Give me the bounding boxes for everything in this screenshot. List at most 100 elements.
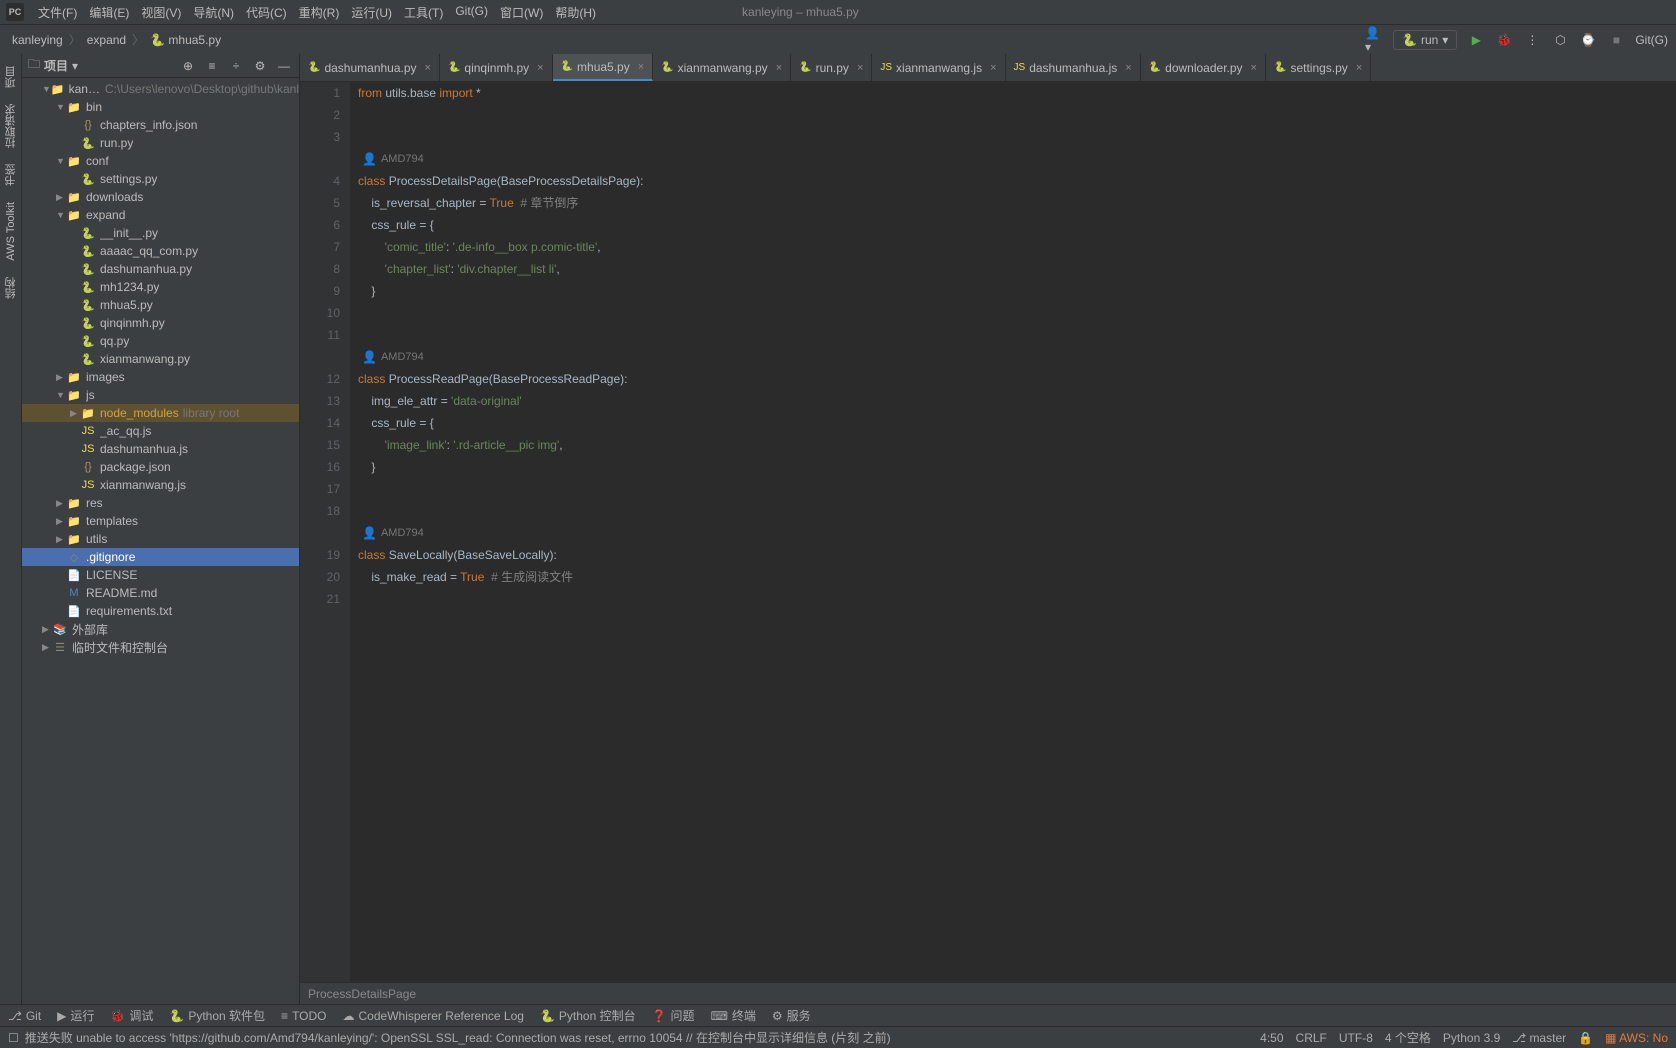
code-line[interactable] [358,478,1676,500]
code-line[interactable] [358,588,1676,610]
tree-item[interactable]: 🐍mhua5.py [22,296,299,314]
stop-button[interactable]: ■ [1607,31,1625,49]
code-line[interactable]: } [358,456,1676,478]
tool-window-tab[interactable]: 项目 [1,58,21,96]
interpreter[interactable]: Python 3.9 [1443,1031,1500,1045]
editor-tab[interactable]: JSxianmanwang.js× [872,54,1005,81]
git-menu[interactable]: Git(G) [1635,33,1668,47]
tree-item[interactable]: JS_ac_qq.js [22,422,299,440]
locate-icon[interactable]: ⊕ [179,57,197,75]
editor-tab[interactable]: 🐍run.py× [791,54,872,81]
close-icon[interactable]: × [857,62,863,74]
expand-all-icon[interactable]: ≡ [203,57,221,75]
tool-window-button[interactable]: 🐞调试 [110,1007,153,1024]
tree-item[interactable]: ▼📁bin [22,98,299,116]
tree-item[interactable]: ▼📁js [22,386,299,404]
editor-tab[interactable]: 🐍dashumanhua.py× [300,54,440,81]
chevron-down-icon[interactable]: ▾ [72,59,78,73]
tree-item[interactable]: ▶📁node_moduleslibrary root [22,404,299,422]
tree-item[interactable]: ▶📁images [22,368,299,386]
tree-item[interactable]: {}chapters_info.json [22,116,299,134]
breadcrumb-item[interactable]: expand [83,31,130,49]
tool-window-button[interactable]: 🐍Python 软件包 [169,1007,265,1024]
project-tree[interactable]: ▼📁kanleyingC:\Users\lenovo\Desktop\githu… [22,78,299,1004]
status-icon[interactable]: ☐ [8,1031,19,1045]
tree-item[interactable]: 🐍xianmanwang.py [22,350,299,368]
code-line[interactable] [358,104,1676,126]
tree-item[interactable]: 🐍settings.py [22,170,299,188]
menu-item[interactable]: 工具(T) [398,4,449,21]
editor-tab[interactable]: JSdashumanhua.js× [1006,54,1141,81]
menu-item[interactable]: 帮助(H) [549,4,602,21]
tool-window-button[interactable]: ⚙服务 [772,1007,811,1024]
tree-item[interactable]: ▶📁downloads [22,188,299,206]
tree-item[interactable]: 🐍mh1234.py [22,278,299,296]
menu-item[interactable]: 窗口(W) [494,4,549,21]
code-line[interactable]: css_rule = { [358,412,1676,434]
tree-item[interactable]: {}package.json [22,458,299,476]
tree-item[interactable]: ▶📁utils [22,530,299,548]
editor-tab[interactable]: 🐍mhua5.py× [553,54,654,81]
close-icon[interactable]: × [425,62,431,74]
padlock-icon[interactable]: 🔒 [1578,1031,1593,1045]
close-icon[interactable]: × [1251,62,1257,74]
settings-icon[interactable]: ⚙ [251,57,269,75]
tool-window-button[interactable]: ❓问题 [652,1007,695,1024]
code-line[interactable] [358,500,1676,522]
code-line[interactable]: class ProcessReadPage(BaseProcessReadPag… [358,368,1676,390]
code-line[interactable]: is_make_read = True # 生成阅读文件 [358,566,1676,588]
tree-item[interactable]: MREADME.md [22,584,299,602]
editor-tab[interactable]: 🐍downloader.py× [1141,54,1266,81]
tool-window-tab[interactable]: 结构 [1,269,21,307]
editor-tab[interactable]: 🐍xianmanwang.py× [653,54,791,81]
aws-region[interactable]: ▦ AWS: No [1605,1031,1668,1045]
close-icon[interactable]: × [1356,62,1362,74]
code-line[interactable]: css_rule = { [358,214,1676,236]
hide-icon[interactable]: — [275,57,293,75]
tree-item[interactable]: 🐍dashumanhua.py [22,260,299,278]
menu-item[interactable]: 运行(U) [345,4,398,21]
tool-window-button[interactable]: ⌨终端 [711,1007,756,1024]
close-icon[interactable]: × [990,62,996,74]
run-config-selector[interactable]: 🐍 run ▾ [1393,30,1457,50]
file-encoding[interactable]: UTF-8 [1339,1031,1373,1045]
more-actions-icon[interactable]: ⋮ [1523,31,1541,49]
tree-item[interactable]: 📄LICENSE [22,566,299,584]
tree-item[interactable]: JSxianmanwang.js [22,476,299,494]
tree-item[interactable]: ▶📚外部库 [22,620,299,638]
tool-window-tab[interactable]: 拉取请求 [1,96,21,156]
menu-item[interactable]: 代码(C) [240,4,293,21]
tree-item[interactable]: ▼📁kanleyingC:\Users\lenovo\Desktop\githu… [22,80,299,98]
close-icon[interactable]: × [1125,62,1131,74]
line-separator[interactable]: CRLF [1296,1031,1327,1045]
tree-item[interactable]: 📄requirements.txt [22,602,299,620]
tree-item[interactable]: ▼📁conf [22,152,299,170]
menu-item[interactable]: 编辑(E) [83,4,135,21]
code-line[interactable]: is_reversal_chapter = True # 章节倒序 [358,192,1676,214]
code-line[interactable] [358,126,1676,148]
coverage-icon[interactable]: ⬡ [1551,31,1569,49]
tree-item[interactable]: 🐍qinqinmh.py [22,314,299,332]
tree-item[interactable]: 🐍run.py [22,134,299,152]
breadcrumb-item[interactable]: kanleying [8,31,67,49]
tree-item[interactable]: ◇.gitignore [22,548,299,566]
editor-tab[interactable]: 🐍qinqinmh.py× [440,54,553,81]
code-line[interactable]: from utils.base import * [358,82,1676,104]
tool-window-tab[interactable]: AWS Toolkit [3,194,19,269]
tree-item[interactable]: ▶📁templates [22,512,299,530]
code-line[interactable]: 'chapter_list': 'div.chapter__list li', [358,258,1676,280]
close-icon[interactable]: × [776,62,782,74]
editor-body[interactable]: 123456789101112131415161718192021 from u… [300,82,1676,982]
tool-window-button[interactable]: ☁CodeWhisperer Reference Log [343,1009,524,1023]
git-branch[interactable]: ⎇ master [1512,1031,1566,1045]
code-line[interactable]: class ProcessDetailsPage(BaseProcessDeta… [358,170,1676,192]
tool-window-button[interactable]: ≡TODO [281,1009,326,1023]
code-line[interactable]: 'image_link': '.rd-article__pic img', [358,434,1676,456]
menu-item[interactable]: 重构(R) [293,4,346,21]
cursor-position[interactable]: 4:50 [1260,1031,1283,1045]
tool-window-button[interactable]: ▶运行 [57,1007,94,1024]
debug-button[interactable]: 🐞 [1495,31,1513,49]
tree-item[interactable]: ▶☰临时文件和控制台 [22,638,299,656]
editor-tab[interactable]: 🐍settings.py× [1266,54,1371,81]
indent-config[interactable]: 4 个空格 [1385,1029,1431,1046]
